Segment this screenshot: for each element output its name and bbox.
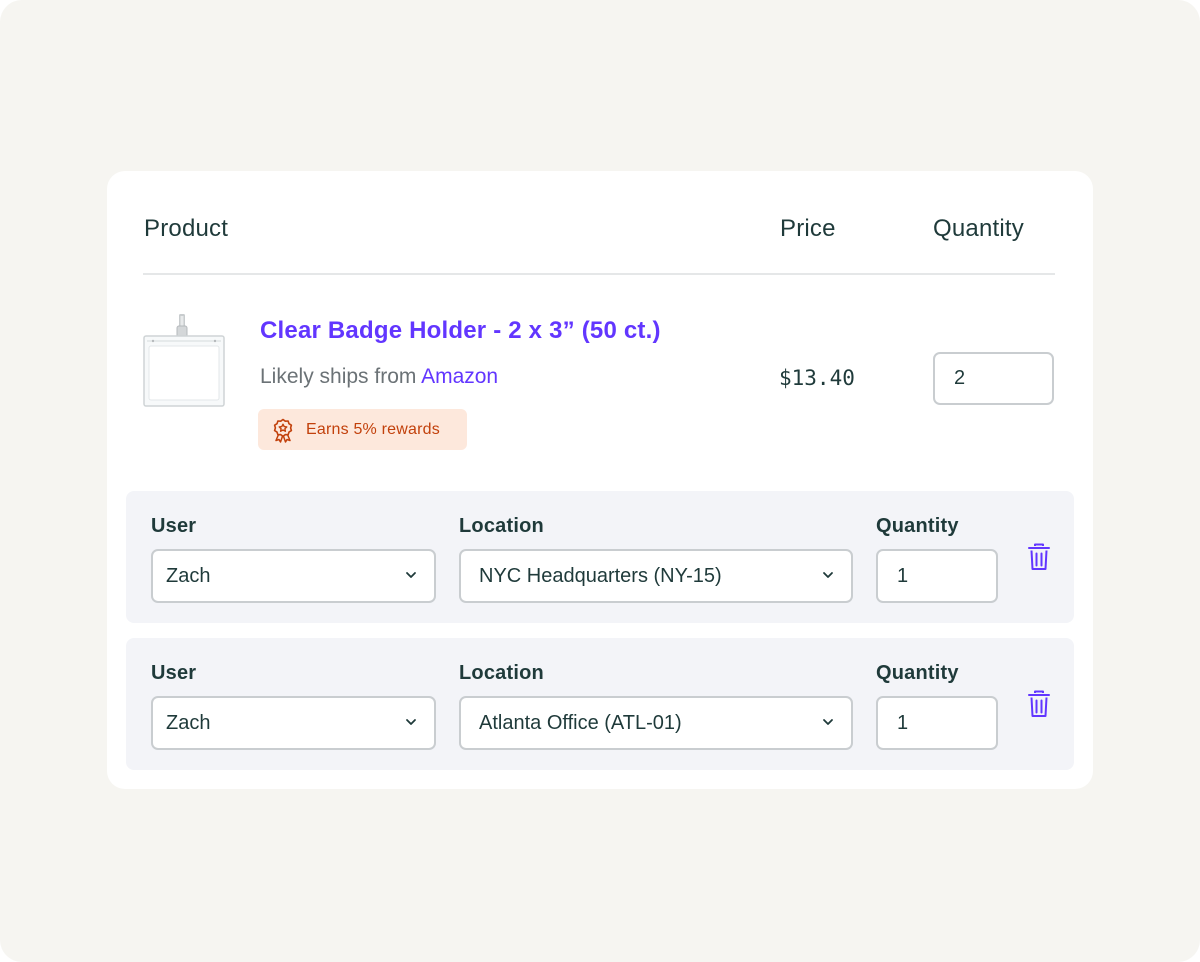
location-select-value: NYC Headquarters (NY-15)	[479, 565, 722, 587]
user-select-value: Zach	[166, 712, 211, 734]
location-label: Location	[459, 515, 544, 537]
allocation-quantity-input[interactable]: 1	[876, 696, 998, 750]
header-divider	[143, 273, 1055, 275]
location-select[interactable]: Atlanta Office (ATL-01)	[459, 696, 853, 750]
user-label: User	[151, 515, 197, 537]
award-icon	[270, 417, 296, 443]
cart-card: Product Price Quantity Clear Badge Holde…	[107, 171, 1093, 789]
header-product: Product	[144, 215, 229, 242]
allocation-row: User Location Quantity Zach Atlanta Offi…	[126, 638, 1074, 770]
user-label: User	[151, 662, 197, 684]
header-quantity: Quantity	[933, 215, 1024, 242]
chevron-down-icon	[406, 572, 416, 578]
product-image[interactable]	[143, 314, 225, 408]
location-label: Location	[459, 662, 544, 684]
trash-icon[interactable]	[1026, 689, 1052, 719]
allocation-quantity-input[interactable]: 1	[876, 549, 998, 603]
user-select[interactable]: Zach	[151, 549, 436, 603]
user-select-value: Zach	[166, 565, 211, 587]
trash-icon[interactable]	[1026, 542, 1052, 572]
chevron-down-icon	[406, 719, 416, 725]
user-select[interactable]: Zach	[151, 696, 436, 750]
product-name-link[interactable]: Clear Badge Holder - 2 x 3” (50 ct.)	[260, 317, 661, 345]
page-background: Product Price Quantity Clear Badge Holde…	[0, 0, 1200, 962]
rewards-text: Earns 5% rewards	[306, 420, 440, 438]
rewards-badge: Earns 5% rewards	[258, 409, 467, 450]
vendor-link[interactable]: Amazon	[421, 365, 498, 388]
ships-prefix: Likely ships from	[260, 365, 417, 388]
header-price: Price	[780, 215, 836, 242]
chevron-down-icon	[823, 719, 833, 725]
ships-from-text: Likely ships from Amazon	[260, 365, 498, 389]
quantity-label: Quantity	[876, 662, 959, 684]
location-select-value: Atlanta Office (ATL-01)	[479, 712, 682, 734]
product-quantity-input[interactable]: 2	[933, 352, 1054, 405]
product-price: $13.40	[779, 366, 855, 390]
location-select[interactable]: NYC Headquarters (NY-15)	[459, 549, 853, 603]
chevron-down-icon	[823, 572, 833, 578]
allocation-row: User Location Quantity Zach NYC Headquar…	[126, 491, 1074, 623]
badge-holder-image	[143, 314, 225, 407]
quantity-label: Quantity	[876, 515, 959, 537]
